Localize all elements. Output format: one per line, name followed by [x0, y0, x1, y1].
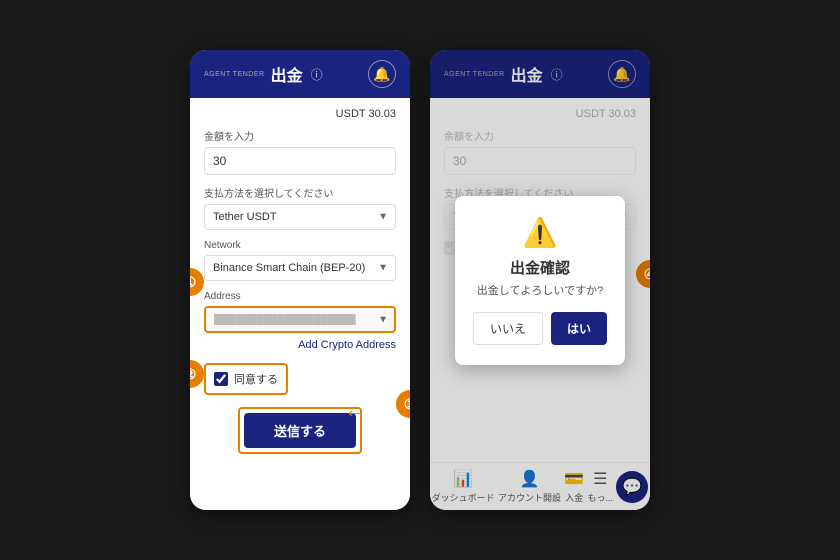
brand-logo: AGENT TENDER: [204, 71, 265, 78]
amount-input[interactable]: [204, 147, 396, 175]
payment-select[interactable]: Tether USDT: [204, 204, 396, 230]
agree-text: 同意する: [234, 371, 278, 387]
right-phone: ④ ← AGENT TENDER 出金 ⓘ 🔔 USDT 30.03 余額を入力…: [430, 50, 650, 510]
left-content: USDT 30.03 金額を入力 支払方法を選択してください Tether US…: [190, 98, 410, 510]
info-icon: ⓘ: [311, 66, 323, 83]
add-crypto-address-link[interactable]: Add Crypto Address: [204, 339, 396, 351]
header-left: AGENT TENDER 出金 ⓘ: [204, 62, 323, 86]
address-select[interactable]: ████████████████████: [204, 306, 396, 333]
modal-subtitle: 出金してよろしいですか?: [471, 282, 609, 298]
address-select-wrapper: ████████████████████ ▼: [204, 306, 396, 333]
confirm-modal: ⚠️ 出金確認 出金してよろしいですか? いいえ はい: [455, 196, 625, 365]
payment-label: 支払方法を選択してください: [204, 185, 396, 200]
payment-select-wrapper: Tether USDT ▼: [204, 204, 396, 230]
address-label: Address: [204, 291, 396, 302]
modal-title: 出金確認: [471, 257, 609, 278]
header-title: 出金: [271, 62, 303, 86]
left-phone: ① ② ③ ← AGENT TENDER 出金 ⓘ 🔔 USDT 30.03 金…: [190, 50, 410, 510]
left-app-header: AGENT TENDER 出金 ⓘ 🔔: [190, 50, 410, 98]
network-label: Network: [204, 240, 396, 251]
balance-display: USDT 30.03: [204, 108, 396, 120]
network-select[interactable]: Binance Smart Chain (BEP-20): [204, 255, 396, 281]
bell-button[interactable]: 🔔: [368, 60, 396, 88]
network-select-wrapper: Binance Smart Chain (BEP-20) ▼: [204, 255, 396, 281]
amount-label: 金額を入力: [204, 128, 396, 143]
agree-checkbox[interactable]: [214, 372, 228, 386]
submit-button[interactable]: 送信する: [244, 413, 356, 448]
agree-row: 同意する: [204, 363, 288, 395]
arrow-3: ←: [344, 397, 366, 423]
modal-no-button[interactable]: いいえ: [473, 312, 543, 345]
modal-buttons: いいえ はい: [471, 312, 609, 345]
modal-yes-button[interactable]: はい: [551, 312, 607, 345]
warning-icon: ⚠️: [471, 216, 609, 249]
modal-overlay: ⚠️ 出金確認 出金してよろしいですか? いいえ はい: [430, 50, 650, 510]
